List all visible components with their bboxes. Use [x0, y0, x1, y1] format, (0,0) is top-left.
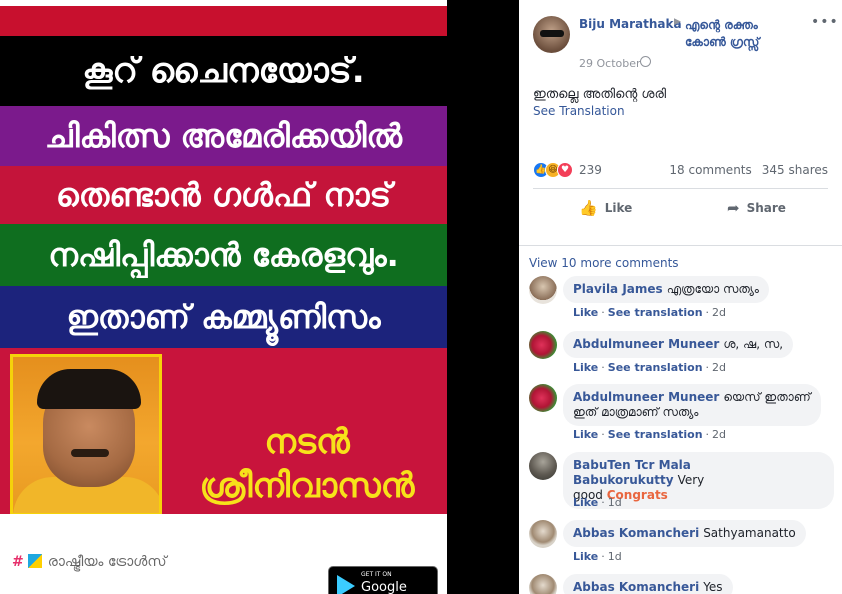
like-button[interactable]: 👍 Like [579, 198, 632, 218]
comment-bubble: Abdulmuneer Muneer ശ, ഷ, സ, [563, 331, 794, 358]
comment-bubble: Abbas Komancheri Sathyamanatto [563, 520, 806, 547]
poster-line-3: തെണ്ടാൻ ഗൾഫ് നാട് [0, 166, 447, 224]
comment-like-link[interactable]: Like [573, 550, 598, 563]
more-options-icon[interactable]: ••• [811, 14, 839, 30]
post-image[interactable]: കൂറ് ചൈനയോട്. ചികിത്സ അമേരിക്കയിൽ തെണ്ടാ… [0, 0, 447, 594]
share-arrow-icon: ➦ [727, 199, 740, 217]
author-name-link[interactable]: Biju Marathaka [579, 17, 682, 31]
comment-actions: Like · See translation · 2d [573, 361, 727, 374]
commenter-name[interactable]: Abdulmuneer Muneer [573, 337, 719, 351]
commenter-name[interactable]: Abbas Komancheri [573, 526, 699, 540]
poster-line-2: ചികിത്സ അമേരിക്കയിൽ [0, 106, 447, 166]
poster-red-strip [0, 6, 447, 36]
comment-text: എത്രയോ സത്യം [666, 282, 759, 296]
comment-like-link[interactable]: Like [573, 428, 598, 441]
avatar-glasses [540, 30, 564, 37]
actor-name: ശ്രീനിവാസൻ [199, 466, 415, 506]
comment-text: Yes [703, 580, 723, 594]
comment-text-line-2: ഇത് മാത്രമാണ് സത്യം [573, 405, 699, 419]
poster-line-4: നഷിപ്പിക്കാൻ കേരളവും. [0, 224, 447, 286]
brand-text: രാഷ്ട്രീയം ട്രോൾസ് [47, 554, 167, 570]
commenter-name[interactable]: Plavila James [573, 282, 663, 296]
comment-see-translation-link[interactable]: See translation [608, 306, 703, 319]
globe-icon [640, 56, 651, 67]
divider [533, 188, 828, 189]
cube-icon [27, 554, 42, 568]
commenter-avatar[interactable] [529, 574, 557, 594]
comment-text: ശ, ഷ, സ, [723, 337, 784, 351]
actor-portrait [10, 354, 162, 516]
engagement-counts: 18 comments 345 shares [669, 163, 828, 177]
group-name-link[interactable]: എന്റെ രക്തം കോൺ ഗ്രസ്സ് [685, 17, 795, 51]
commenter-avatar[interactable] [529, 331, 557, 359]
store-small-text: GET IT ON [361, 571, 392, 578]
store-big-text: Google Play [361, 580, 407, 594]
brand-hash: # [12, 554, 24, 570]
poster-footer: # രാഷ്ട്രീയം ട്രോൾസ് GET IT ON Google Pla… [0, 514, 447, 594]
commenter-name[interactable]: Abdulmuneer Muneer [573, 390, 719, 404]
see-translation-link[interactable]: See Translation [533, 104, 625, 118]
comment-actions: Like · See translation · 2d [573, 306, 727, 319]
share-button[interactable]: ➦ Share [727, 198, 786, 218]
actor-title: നടൻ [264, 422, 350, 462]
share-button-label: Share [746, 201, 786, 215]
like-button-label: Like [604, 201, 633, 215]
comment-text: Very [677, 473, 705, 487]
commenter-name[interactable]: Abbas Komancheri [573, 580, 699, 594]
reaction-count: 239 [579, 163, 602, 177]
comments-count-link[interactable]: 18 comments [669, 163, 751, 177]
poster-line-1: കൂറ് ചൈനയോട്. [0, 36, 447, 106]
view-more-comments-link[interactable]: View 10 more comments [529, 256, 679, 270]
comment-see-translation-link[interactable]: See translation [608, 428, 703, 441]
google-play-badge: GET IT ON Google Play [328, 566, 438, 594]
post-text: ഇതല്ലെ അതിന്റെ ശരി [533, 87, 667, 102]
portrait-hair [37, 369, 141, 409]
comment-bubble: Plavila James എത്രയോ സത്യം [563, 276, 769, 303]
commenter-avatar[interactable] [529, 520, 557, 548]
post-side-panel: Biju Marathaka ▶ എന്റെ രക്തം കോൺ ഗ്രസ്സ്… [519, 0, 842, 594]
comment-time[interactable]: 1d [608, 550, 622, 563]
commenter-name[interactable]: BabuTen Tcr Mala Babukorukutty [573, 458, 691, 487]
comment-like-link[interactable]: Like [573, 306, 598, 319]
portrait-mustache [71, 449, 109, 457]
comment-time[interactable]: 1d [608, 496, 622, 509]
poster-line-5: ഇതാണ് കമ്മ്യൂണിസം [0, 286, 447, 348]
comment-actions: Like · 1d [573, 550, 622, 563]
comments-section: View 10 more comments Plavila James എത്രയ… [519, 245, 842, 594]
comment-like-link[interactable]: Like [573, 496, 598, 509]
post-timestamp[interactable]: 29 October [579, 57, 641, 70]
triangle-right-icon: ▶ [674, 17, 681, 27]
comment-time[interactable]: 2d [712, 428, 726, 441]
comment-text: യെസ് ഇതാണ് [723, 390, 811, 404]
actor-caption: നടൻ ശ്രീനിവാസൻ [172, 420, 442, 508]
commenter-avatar[interactable] [529, 384, 557, 412]
comment-actions: Like · 1d [573, 496, 622, 509]
comment-bubble: Abdulmuneer Muneer യെസ് ഇതാണ് ഇത് മാത്രമാ… [563, 384, 821, 426]
comment-see-translation-link[interactable]: See translation [608, 361, 703, 374]
play-store-icon [337, 575, 355, 594]
commenter-avatar[interactable] [529, 276, 557, 304]
comment-time[interactable]: 2d [712, 306, 726, 319]
author-avatar[interactable] [533, 16, 570, 53]
comment-actions: Like · See translation · 2d [573, 428, 727, 441]
commenter-avatar[interactable] [529, 452, 557, 480]
thumb-up-icon: 👍 [579, 199, 598, 217]
brand-watermark: # രാഷ്ട്രീയം ട്രോൾസ് [12, 554, 167, 570]
post-header: Biju Marathaka ▶ എന്റെ രക്തം കോൺ ഗ്രസ്സ്… [519, 0, 842, 245]
love-reaction-icon: ♥ [557, 162, 573, 178]
comment-like-link[interactable]: Like [573, 361, 598, 374]
comment-time[interactable]: 2d [712, 361, 726, 374]
reactions-summary[interactable]: 👍 😆 ♥ 239 [533, 160, 602, 180]
shares-count-link[interactable]: 345 shares [762, 163, 828, 177]
screenshot: കൂറ് ചൈനയോട്. ചികിത്സ അമേരിക്കയിൽ തെണ്ടാ… [0, 0, 842, 594]
comment-text: Sathyamanatto [703, 526, 796, 540]
comment-bubble: Abbas Komancheri Yes [563, 574, 733, 594]
